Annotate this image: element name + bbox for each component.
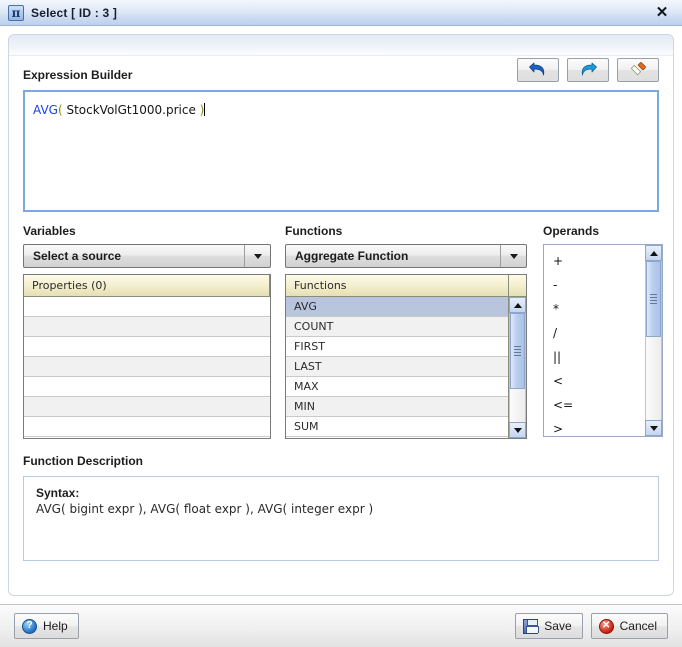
selector-columns: Variables Select a source Properties (0) [23, 224, 663, 439]
functions-category-value: Aggregate Function [295, 249, 409, 263]
functions-scroll-column [508, 275, 526, 438]
variables-title: Variables [23, 224, 76, 238]
table-row[interactable] [24, 317, 270, 337]
list-item-operand[interactable]: <= [544, 393, 644, 417]
grip-icon [650, 292, 657, 306]
panel-header-band [9, 35, 673, 56]
help-button[interactable]: ? Help [14, 613, 79, 639]
list-item-operand[interactable]: || [544, 345, 644, 369]
expression-token-function: AVG [33, 103, 58, 117]
content-panel: Expression Builder AVG(StockVolGt1000.p… [8, 34, 674, 596]
footer-actions: Save ✕ Cancel [515, 613, 668, 639]
panel-inner: Expression Builder AVG(StockVolGt1000.p… [9, 56, 673, 595]
chevron-down-icon [244, 245, 270, 267]
syntax-value: AVG( bigint expr ), AVG( float expr ), A… [36, 502, 374, 516]
functions-scroll-thumb[interactable] [510, 313, 525, 389]
select-expression-dialog: π Select [ ID : 3 ] ✕ Expression Builder [0, 0, 682, 647]
dialog-body: Expression Builder AVG(StockVolGt1000.p… [0, 26, 682, 604]
expression-builder-label: Expression Builder [23, 68, 133, 82]
clear-button[interactable] [617, 58, 659, 82]
list-item-operand[interactable]: - [544, 273, 644, 297]
list-item-min[interactable]: MIN [286, 397, 508, 417]
operands-scroll-track[interactable] [645, 261, 662, 420]
question-mark-icon: ? [22, 618, 37, 634]
operands-scrollbar[interactable] [645, 245, 662, 436]
cancel-button-label: Cancel [619, 619, 657, 633]
redo-icon [581, 62, 597, 76]
operands-listbox[interactable]: + - * / || < <= > [543, 244, 663, 437]
function-description-title: Function Description [23, 454, 143, 468]
close-icon[interactable]: ✕ [652, 3, 672, 23]
text-caret [204, 103, 206, 116]
properties-header: Properties (0) [24, 275, 270, 297]
list-item-operand[interactable]: > [544, 417, 644, 436]
eraser-icon [630, 62, 646, 76]
list-item-max[interactable]: MAX [286, 377, 508, 397]
properties-listbox[interactable]: Properties (0) [23, 274, 271, 439]
function-description-section: Function Description Syntax: AVG( bigint… [23, 452, 659, 561]
chevron-down-icon [500, 245, 526, 267]
expression-builder-header: Expression Builder [23, 56, 659, 86]
variables-source-value: Select a source [33, 249, 122, 263]
help-button-label: Help [43, 619, 68, 633]
expression-token-argument: StockVolGt1000.price [62, 103, 200, 117]
operands-body: + - * / || < <= > [544, 245, 644, 436]
list-item-count[interactable]: COUNT [286, 317, 508, 337]
table-row[interactable] [24, 417, 270, 437]
functions-scroll-track[interactable] [509, 313, 526, 422]
table-row[interactable] [24, 297, 270, 317]
functions-category-dropdown[interactable]: Aggregate Function [285, 244, 527, 268]
scroll-down-button[interactable] [509, 422, 526, 438]
cancel-button[interactable]: ✕ Cancel [590, 613, 668, 639]
pi-icon: π [8, 4, 24, 21]
functions-body: Functions AVG COUNT FIRST LAST MAX MIN S… [286, 275, 508, 438]
list-item-last[interactable]: LAST [286, 357, 508, 377]
list-item-avg[interactable]: AVG [286, 297, 508, 317]
close-circle-icon: ✕ [598, 618, 614, 634]
operands-column: Operands + - * / || < <= > [543, 224, 663, 437]
variables-source-dropdown[interactable]: Select a source [23, 244, 271, 268]
syntax-label: Syntax: [36, 486, 80, 500]
functions-title: Functions [285, 224, 343, 238]
table-row[interactable] [24, 397, 270, 417]
dialog-footer: ? Help Save ✕ Cancel [0, 604, 682, 647]
expression-text: AVG( StockVolGt1000.price ) [33, 103, 206, 117]
floppy-disk-icon [523, 618, 540, 634]
list-item-sum[interactable]: SUM [286, 417, 508, 437]
undo-icon [529, 62, 545, 76]
grip-icon [514, 344, 521, 358]
table-row[interactable] [24, 357, 270, 377]
functions-rows: AVG COUNT FIRST LAST MAX MIN SUM [286, 297, 508, 437]
functions-header: Functions [286, 275, 508, 297]
list-item-operand[interactable]: < [544, 369, 644, 393]
list-item-operand[interactable]: / [544, 321, 644, 345]
functions-column: Functions Aggregate Function Functions A… [285, 224, 527, 439]
window-titlebar: π Select [ ID : 3 ] ✕ [0, 0, 682, 26]
undo-button[interactable] [517, 58, 559, 82]
list-item-operand[interactable]: * [544, 297, 644, 321]
table-row[interactable] [24, 377, 270, 397]
table-row[interactable] [24, 337, 270, 357]
save-button[interactable]: Save [515, 613, 583, 639]
list-item-first[interactable]: FIRST [286, 337, 508, 357]
functions-scroll-header [509, 275, 526, 297]
list-item-operand[interactable]: + [544, 249, 644, 273]
window-title: Select [ ID : 3 ] [31, 5, 118, 20]
save-button-label: Save [544, 619, 572, 633]
expression-toolbar [517, 58, 659, 82]
function-description-box: Syntax: AVG( bigint expr ), AVG( float e… [23, 476, 659, 561]
operands-title: Operands [543, 224, 600, 238]
expression-input[interactable]: AVG( StockVolGt1000.price ) [23, 90, 659, 212]
scroll-up-button[interactable] [645, 245, 662, 261]
operands-scroll-thumb[interactable] [646, 261, 661, 337]
variables-column: Variables Select a source Properties (0) [23, 224, 271, 439]
scroll-up-button[interactable] [509, 297, 526, 313]
functions-listbox[interactable]: Functions AVG COUNT FIRST LAST MAX MIN S… [285, 274, 527, 439]
redo-button[interactable] [567, 58, 609, 82]
properties-rows [24, 297, 270, 437]
functions-scrollbar[interactable] [509, 297, 526, 438]
scroll-down-button[interactable] [645, 420, 662, 436]
